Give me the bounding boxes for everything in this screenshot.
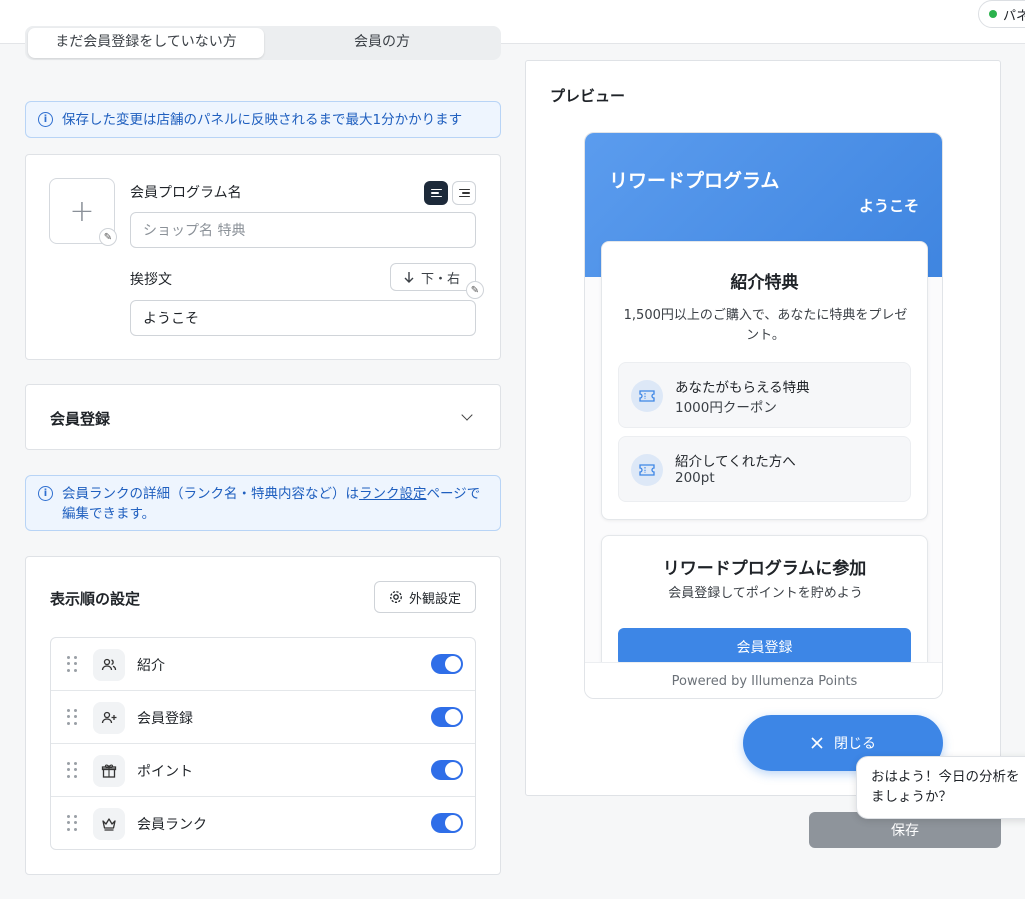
list-item-label: 会員ランク [137,817,207,833]
info-rank-text-before: 会員ランクの詳細（ランク名・特典内容など）は [62,486,359,502]
display-order-title: 表示順の設定 [50,590,141,608]
close-button-label: 閉じる [834,736,876,752]
position-button[interactable]: 下・右 [390,263,476,291]
chat-bubble[interactable]: おはよう！今日の分析をましょうか？ [856,756,1025,819]
display-order-list: 紹介 会員登録 ポイント 会員ランク [50,637,476,850]
list-item: 紹介 [51,638,475,691]
program-settings-card: + ✎ 会員プログラム名 ショップ名 特典 挨拶文 下・右 ✎ ようこそ [25,154,501,360]
greeting-input[interactable]: ようこそ [130,300,476,336]
widget-footer: Powered by Illumenza Points [585,662,942,698]
preview-title: プレビュー [550,87,626,105]
gift-icon [93,755,125,787]
benefit-label: あなたがもらえる特典 [675,380,810,396]
list-item-label: ポイント [137,764,193,780]
benefit-value: 1000円クーポン [675,400,777,416]
chevron-down-icon [461,409,473,421]
status-text: パネ [1003,8,1025,24]
appearance-settings-button[interactable]: 外観設定 [374,581,476,613]
toggle-switch[interactable] [431,813,463,833]
drag-handle-icon[interactable] [67,656,77,672]
signup-section-title: 会員登録 [50,410,111,428]
join-title: リワードプログラムに参加 [662,559,867,579]
join-subtitle: 会員登録してポイントを貯めよう [668,586,863,601]
benefit-label: 紹介してくれた方へ [675,454,796,470]
info-rank-notice: i 会員ランクの詳細（ランク名・特典内容など）はランク設定ページで編集できます。 [25,475,501,531]
widget-title: リワードプログラム [609,170,780,192]
status-pill[interactable]: パネ [978,0,1025,28]
program-name-input[interactable]: ショップ名 特典 [130,212,476,248]
users-icon [93,649,125,681]
ticket-icon [631,380,663,412]
user-plus-icon [93,702,125,734]
rank-settings-link[interactable]: ランク設定 [359,486,427,502]
list-item: 会員登録 [51,691,475,744]
join-button[interactable]: 会員登録 [618,628,911,666]
drag-handle-icon[interactable] [67,815,77,831]
tab-member[interactable]: 会員の方 [265,28,499,58]
pencil-icon[interactable]: ✎ [99,228,117,246]
align-left-icon [430,188,442,198]
toggle-switch[interactable] [431,654,463,674]
info-icon: i [38,486,53,501]
list-item-label: 会員登録 [137,711,193,727]
greeting-label: 挨拶文 [130,272,172,288]
appearance-button-label: 外観設定 [408,591,461,607]
info-sync-notice: i 保存した変更は店舗のパネルに反映されるまで最大1分かかります [25,101,501,138]
drag-handle-icon[interactable] [67,762,77,778]
info-icon: i [38,112,53,127]
arrow-down-icon [404,272,414,283]
benefit-value: 200pt [675,470,715,486]
widget-welcome: ようこそ [858,197,919,215]
drag-handle-icon[interactable] [67,709,77,725]
close-icon [811,737,823,749]
toggle-switch[interactable] [431,707,463,727]
ticket-icon [631,454,663,486]
list-item: 会員ランク [51,797,475,849]
status-dot [989,10,997,18]
gear-icon [390,591,402,603]
pencil-icon[interactable]: ✎ [466,281,484,299]
align-right-button[interactable] [452,181,476,205]
rewards-widget-preview: リワードプログラム ようこそ 紹介特典 1,500円以上のご購入で、あなたに特典… [584,132,943,699]
plus-icon: + [69,193,95,229]
referral-card: 紹介特典 1,500円以上のご購入で、あなたに特典をプレゼント。 あなたがもらえ… [601,241,928,520]
audience-tabs: まだ会員登録をしていない方 会員の方 [25,26,501,60]
tab-non-member[interactable]: まだ会員登録をしていない方 [28,28,264,58]
toggle-switch[interactable] [431,760,463,780]
referral-description: 1,500円以上のご購入で、あなたに特典をプレゼント。 [623,308,908,343]
benefit-item: あなたがもらえる特典 1000円クーポン [618,362,911,428]
crown-icon [93,808,125,840]
benefit-item: 紹介してくれた方へ 200pt [618,436,911,502]
list-item-label: 紹介 [137,658,165,674]
preview-panel: プレビュー リワードプログラム ようこそ 紹介特典 1,500円以上のご購入で、… [525,60,1001,796]
align-left-button[interactable] [424,181,448,205]
position-button-label: 下・右 [421,271,461,287]
referral-title: 紹介特典 [730,273,799,293]
align-right-icon [458,188,470,198]
list-item: ポイント [51,744,475,797]
display-order-card: 表示順の設定 外観設定 紹介 会員登録 ポイント 会員ランク [25,556,501,875]
program-name-label: 会員プログラム名 [130,185,242,201]
info-sync-text: 保存した変更は店舗のパネルに反映されるまで最大1分かかります [62,112,463,128]
signup-section[interactable]: 会員登録 [25,384,501,450]
